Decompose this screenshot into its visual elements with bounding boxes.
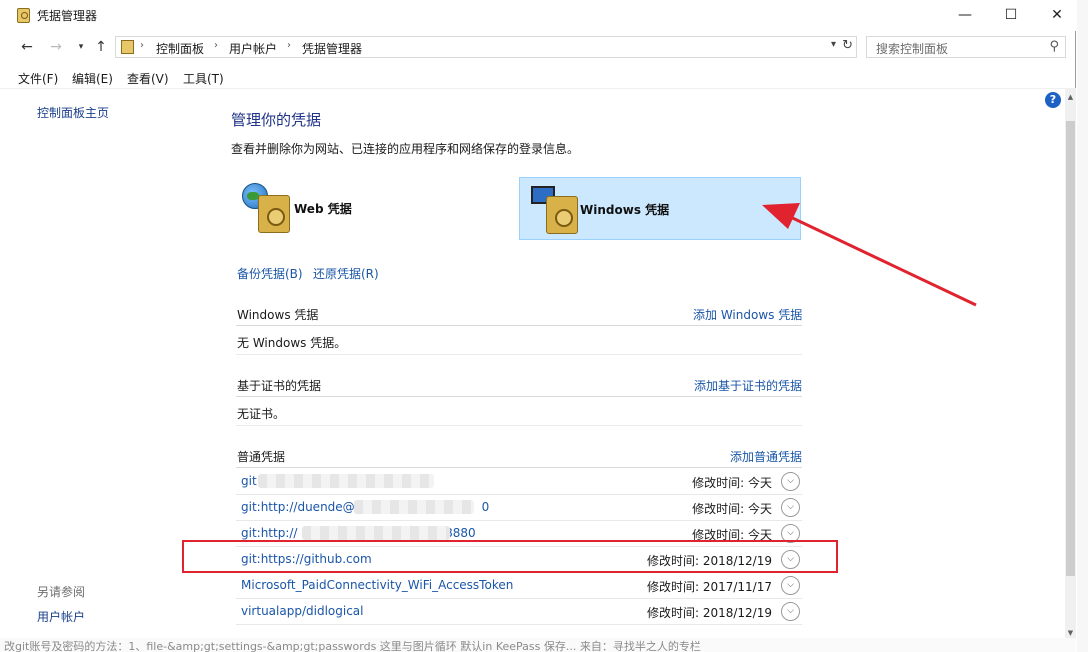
expand-chevron-icon[interactable]: ⌵ [781, 602, 800, 621]
search-input[interactable]: 搜索控制面板 ⚲ [866, 36, 1066, 58]
search-icon: ⚲ [1049, 39, 1059, 54]
windows-credentials-section-title: Windows 凭据 [237, 308, 319, 322]
redacted-text [258, 474, 434, 488]
expand-chevron-icon[interactable]: ⌵ [781, 498, 800, 517]
credential-name[interactable]: git [241, 474, 257, 488]
section-divider [236, 467, 802, 468]
credential-row[interactable]: git:http://duende@ 0 修改时间: 今天 ⌵ [236, 495, 802, 521]
credential-manager-window: 凭据管理器 — ☐ ✕ ← → ▾ ↑ › 控制面板 › 用户帐户 › 凭据管理… [0, 0, 1076, 652]
breadcrumb-user-accounts[interactable]: 用户帐户 [229, 40, 277, 57]
control-panel-icon [121, 40, 134, 54]
add-generic-credential-link[interactable]: 添加普通凭据 [730, 448, 802, 465]
breadcrumb-control-panel[interactable]: 控制面板 [156, 40, 204, 57]
menu-bar: 文件(F) 编辑(E) 查看(V) 工具(T) [0, 66, 1076, 88]
breadcrumb-separator: › [287, 40, 291, 51]
minimize-button[interactable]: — [942, 0, 988, 31]
title-bar: 凭据管理器 — ☐ ✕ [0, 0, 1076, 31]
credential-row[interactable]: virtualapp/didlogical 修改时间: 2018/12/19 ⌵ [236, 599, 802, 625]
generic-credentials-section-title: 普通凭据 [237, 450, 286, 464]
credential-row[interactable]: git 修改时间: 今天 ⌵ [236, 469, 802, 495]
credential-name[interactable]: virtualapp/didlogical [241, 604, 363, 618]
breadcrumb-separator: › [140, 40, 144, 51]
credential-name[interactable]: Microsoft_PaidConnectivity_WiFi_AccessTo… [241, 578, 513, 592]
vault-icon [258, 195, 290, 233]
windows-credentials-tile[interactable]: Windows 凭据 [519, 177, 801, 240]
up-arrow-icon[interactable]: ↑ [92, 38, 110, 56]
expand-chevron-icon[interactable]: ⌵ [781, 576, 800, 595]
certificate-credentials-empty: 无证书。 [237, 407, 286, 421]
credential-modified: 修改时间: 2018/12/19 [646, 606, 772, 620]
menu-file[interactable]: 文件(F) [18, 70, 58, 87]
credential-row[interactable]: Microsoft_PaidConnectivity_WiFi_AccessTo… [236, 573, 802, 599]
user-accounts-link[interactable]: 用户帐户 [37, 608, 85, 625]
maximize-button[interactable]: ☐ [988, 0, 1034, 31]
breadcrumb-separator: › [214, 40, 218, 51]
annotation-highlight-box [182, 540, 838, 573]
web-credentials-tile[interactable]: Web 凭据 [236, 177, 506, 240]
page-title: 管理你的凭据 [231, 111, 322, 129]
expand-chevron-icon[interactable]: ⌵ [781, 472, 800, 491]
web-credentials-label: Web 凭据 [294, 202, 352, 216]
restore-credentials-link[interactable]: 还原凭据(R) [313, 265, 379, 282]
add-certificate-credential-link[interactable]: 添加基于证书的凭据 [694, 377, 802, 394]
section-divider [236, 425, 802, 426]
search-placeholder: 搜索控制面板 [876, 42, 949, 56]
redacted-text [354, 500, 474, 514]
backup-credentials-link[interactable]: 备份凭据(B) [237, 265, 303, 282]
menu-edit[interactable]: 编辑(E) [72, 70, 113, 87]
redacted-text [302, 526, 450, 540]
refresh-icon[interactable]: ↻ [842, 38, 853, 53]
see-also-heading: 另请参阅 [37, 585, 86, 599]
windows-credentials-label: Windows 凭据 [580, 203, 670, 217]
menu-view[interactable]: 查看(V) [127, 70, 169, 87]
control-panel-home-link[interactable]: 控制面板主页 [37, 104, 109, 121]
credential-modified: 修改时间: 今天 [692, 502, 772, 516]
certificate-credentials-section-title: 基于证书的凭据 [237, 379, 322, 393]
recent-locations-chevron-icon[interactable]: ▾ [72, 38, 90, 56]
back-arrow-icon[interactable]: ← [18, 38, 36, 56]
window-title: 凭据管理器 [37, 9, 98, 23]
section-divider [236, 396, 802, 397]
background-page-text: 改git账号及密码的方法：1、file-&amp;gt;settings-&am… [0, 638, 1076, 652]
section-divider [236, 325, 802, 326]
scrollbar-thumb[interactable] [1066, 121, 1075, 576]
annotation-arrow [762, 203, 977, 307]
breadcrumb-credential-manager[interactable]: 凭据管理器 [302, 40, 362, 57]
page-description: 查看并删除你为网站、已连接的应用程序和网络保存的登录信息。 [231, 142, 580, 156]
forward-arrow-icon[interactable]: → [47, 38, 65, 56]
windows-credentials-empty: 无 Windows 凭据。 [237, 336, 347, 350]
address-bar[interactable]: › 控制面板 › 用户帐户 › 凭据管理器 ▾ ↻ [115, 36, 857, 58]
credential-modified: 修改时间: 2017/11/17 [646, 580, 772, 594]
credential-manager-icon [17, 8, 30, 23]
section-divider [236, 354, 802, 355]
menu-tools[interactable]: 工具(T) [183, 70, 224, 87]
scroll-up-icon[interactable]: ▲ [1065, 92, 1076, 103]
vault-icon [546, 196, 578, 234]
close-button[interactable]: ✕ [1034, 0, 1080, 31]
credential-modified: 修改时间: 今天 [692, 476, 772, 490]
background-page-edge [1077, 0, 1088, 652]
help-icon[interactable]: ? [1045, 92, 1061, 108]
address-dropdown-icon[interactable]: ▾ [831, 39, 836, 50]
